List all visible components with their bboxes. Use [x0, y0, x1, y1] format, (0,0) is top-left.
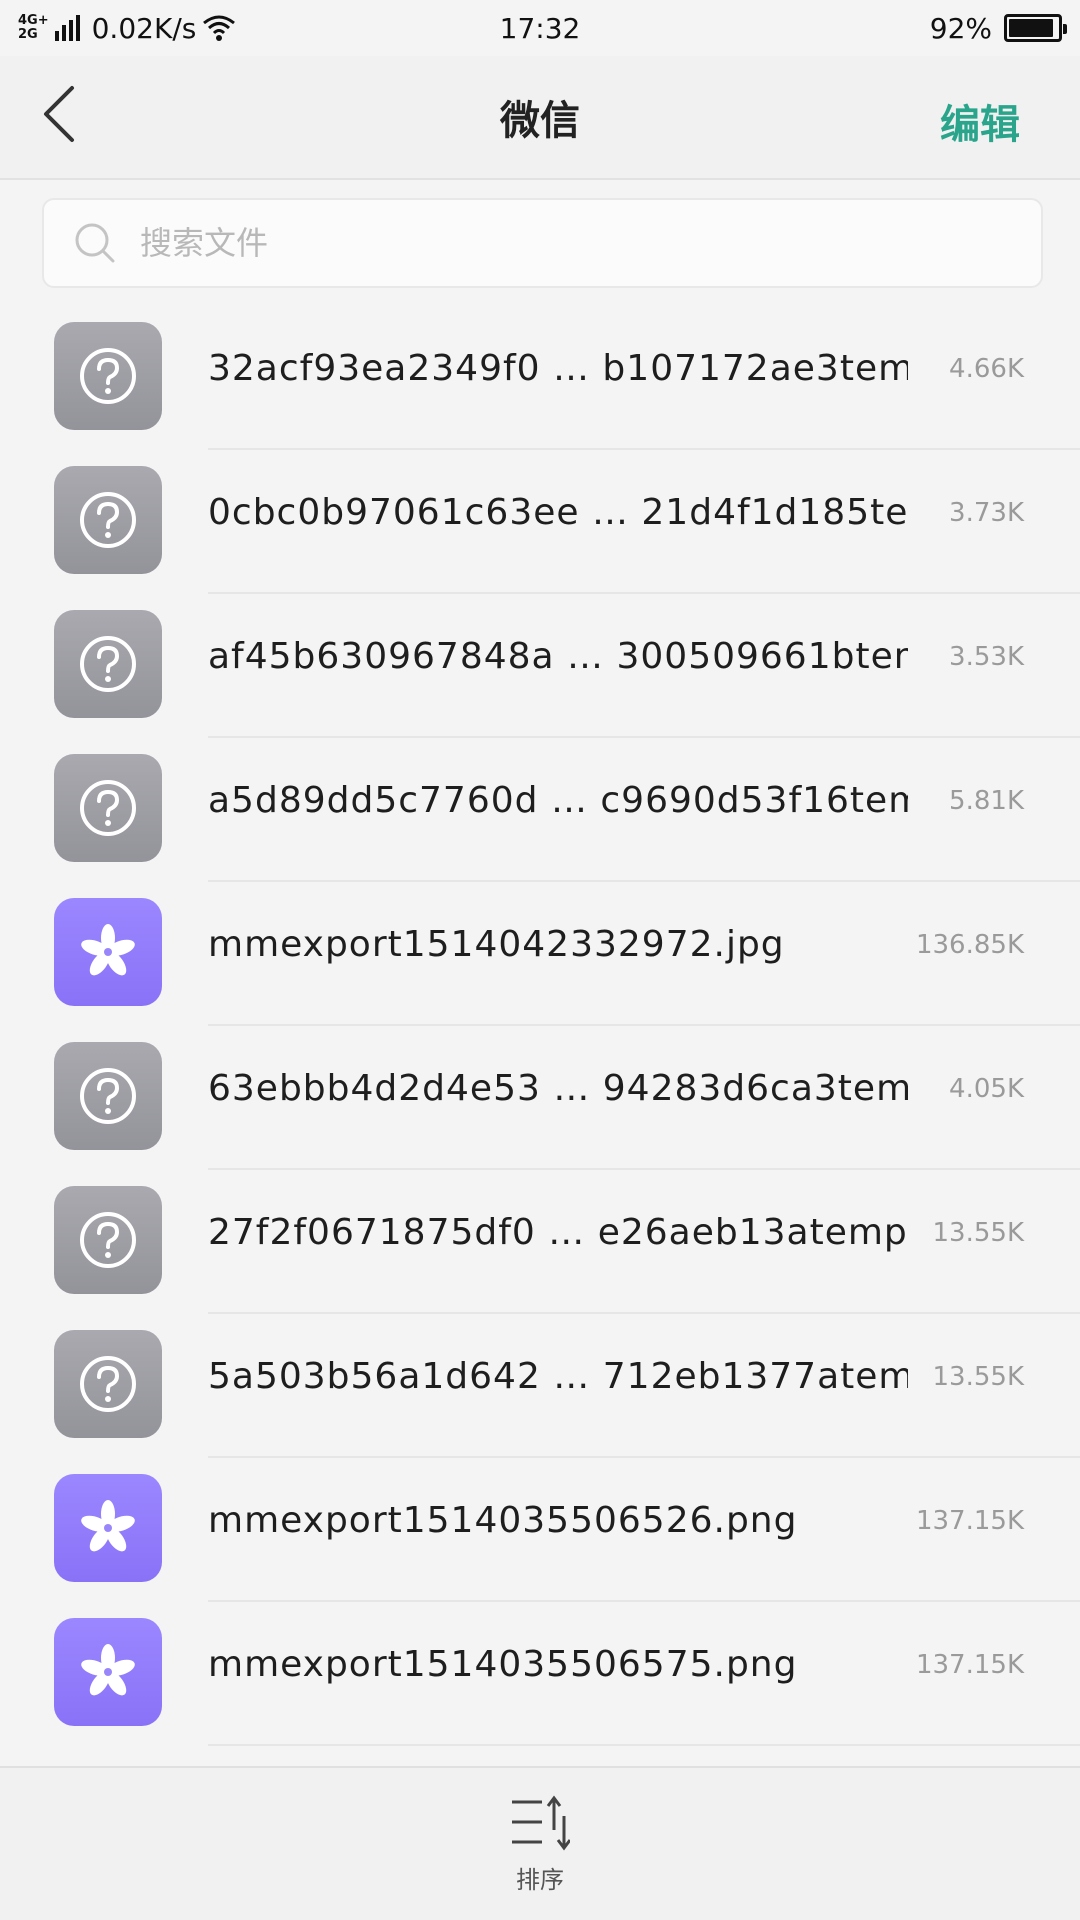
file-row[interactable]: mmexport1514035506526.png 137.15K: [0, 1458, 1080, 1602]
unknown-file-icon: [54, 1186, 162, 1294]
file-row[interactable]: mmexport1514042332972.jpg 136.85K: [0, 882, 1080, 1026]
file-name: 32acf93ea2349f0 … b107172ae3temp: [208, 348, 908, 389]
file-row[interactable]: 32acf93ea2349f0 … b107172ae3temp 4.66K: [0, 306, 1080, 450]
file-size: 4.66K: [949, 354, 1024, 384]
file-name: 63ebbb4d2d4e53 … 94283d6ca3temp: [208, 1068, 908, 1109]
page-title: 微信: [500, 98, 580, 144]
file-size: 4.05K: [949, 1074, 1024, 1104]
file-name: mmexport1514042332972.jpg: [208, 924, 785, 965]
file-row[interactable]: 63ebbb4d2d4e53 … 94283d6ca3temp 4.05K: [0, 1026, 1080, 1170]
file-size: 13.55K: [932, 1218, 1024, 1248]
network-speed: 0.02K/s: [91, 11, 197, 45]
file-row[interactable]: mmexport1514035506575.png 137.15K: [0, 1602, 1080, 1746]
search-icon: [75, 223, 115, 263]
search-input[interactable]: [140, 224, 940, 262]
sort-icon: [512, 1795, 570, 1850]
file-name: 27f2f0671875df0 … e26aeb13atemp: [208, 1212, 908, 1253]
bottom-bar: 排序: [0, 1766, 1080, 1920]
battery-fill: [1009, 19, 1054, 37]
file-row[interactable]: af45b630967848a … 300509661btemp 3.53K: [0, 594, 1080, 738]
network-type: 4G+ 2G: [18, 14, 49, 42]
file-name: af45b630967848a … 300509661btemp: [208, 636, 908, 677]
status-right: 92%: [929, 11, 1067, 45]
unknown-file-icon: [54, 1042, 162, 1150]
file-size: 136.85K: [915, 930, 1024, 960]
file-name: a5d89dd5c7760d … c9690d53f16temp: [208, 780, 908, 821]
edit-button[interactable]: 编辑: [940, 92, 1020, 150]
status-left: 4G+ 2G 0.02K/s: [18, 12, 236, 45]
file-row[interactable]: 0cbc0b97061c63ee … 21d4f1d185temp 3.73K: [0, 450, 1080, 594]
file-row[interactable]: 5a503b56a1d642 … 712eb1377atemp 13.55K: [0, 1314, 1080, 1458]
file-size: 3.73K: [949, 498, 1024, 528]
unknown-file-icon: [54, 610, 162, 718]
sort-button[interactable]: 排序: [510, 1794, 570, 1895]
file-name: 0cbc0b97061c63ee … 21d4f1d185temp: [208, 492, 908, 533]
file-size: 13.55K: [932, 1362, 1024, 1392]
battery-icon: [1004, 14, 1067, 42]
network-type-bottom: 2G: [18, 27, 38, 42]
file-size: 137.15K: [915, 1650, 1024, 1680]
file-name: mmexport1514035506526.png: [208, 1500, 798, 1541]
unknown-file-icon: [54, 754, 162, 862]
file-size: 3.53K: [949, 642, 1024, 672]
wifi-icon: [203, 15, 236, 41]
battery-percent: 92%: [929, 11, 992, 45]
file-size: 5.81K: [949, 786, 1024, 816]
sort-label: 排序: [516, 1865, 564, 1894]
file-row[interactable]: 27f2f0671875df0 … e26aeb13atemp 13.55K: [0, 1170, 1080, 1314]
back-button[interactable]: [40, 84, 100, 144]
status-bar: 4G+ 2G 0.02K/s 17:32 92%: [0, 0, 1080, 56]
row-divider: [208, 1744, 1080, 1746]
image-file-icon: [54, 1618, 162, 1726]
image-file-icon: [54, 898, 162, 1006]
file-list: 32acf93ea2349f0 … b107172ae3temp 4.66K 0…: [0, 306, 1080, 1766]
chevron-left-icon: [44, 86, 74, 142]
file-size: 137.15K: [915, 1506, 1024, 1536]
unknown-file-icon: [54, 466, 162, 574]
file-row[interactable]: a5d89dd5c7760d … c9690d53f16temp 5.81K: [0, 738, 1080, 882]
file-name: mmexport1514035506575.png: [208, 1644, 798, 1685]
search-box[interactable]: [42, 198, 1043, 288]
image-file-icon: [54, 1474, 162, 1582]
signal-icon: [54, 15, 80, 41]
unknown-file-icon: [54, 1330, 162, 1438]
network-type-top: 4G+: [18, 13, 49, 28]
unknown-file-icon: [54, 322, 162, 430]
app-header: 微信 编辑: [0, 56, 1080, 180]
file-name: 5a503b56a1d642 … 712eb1377atemp: [208, 1356, 908, 1397]
